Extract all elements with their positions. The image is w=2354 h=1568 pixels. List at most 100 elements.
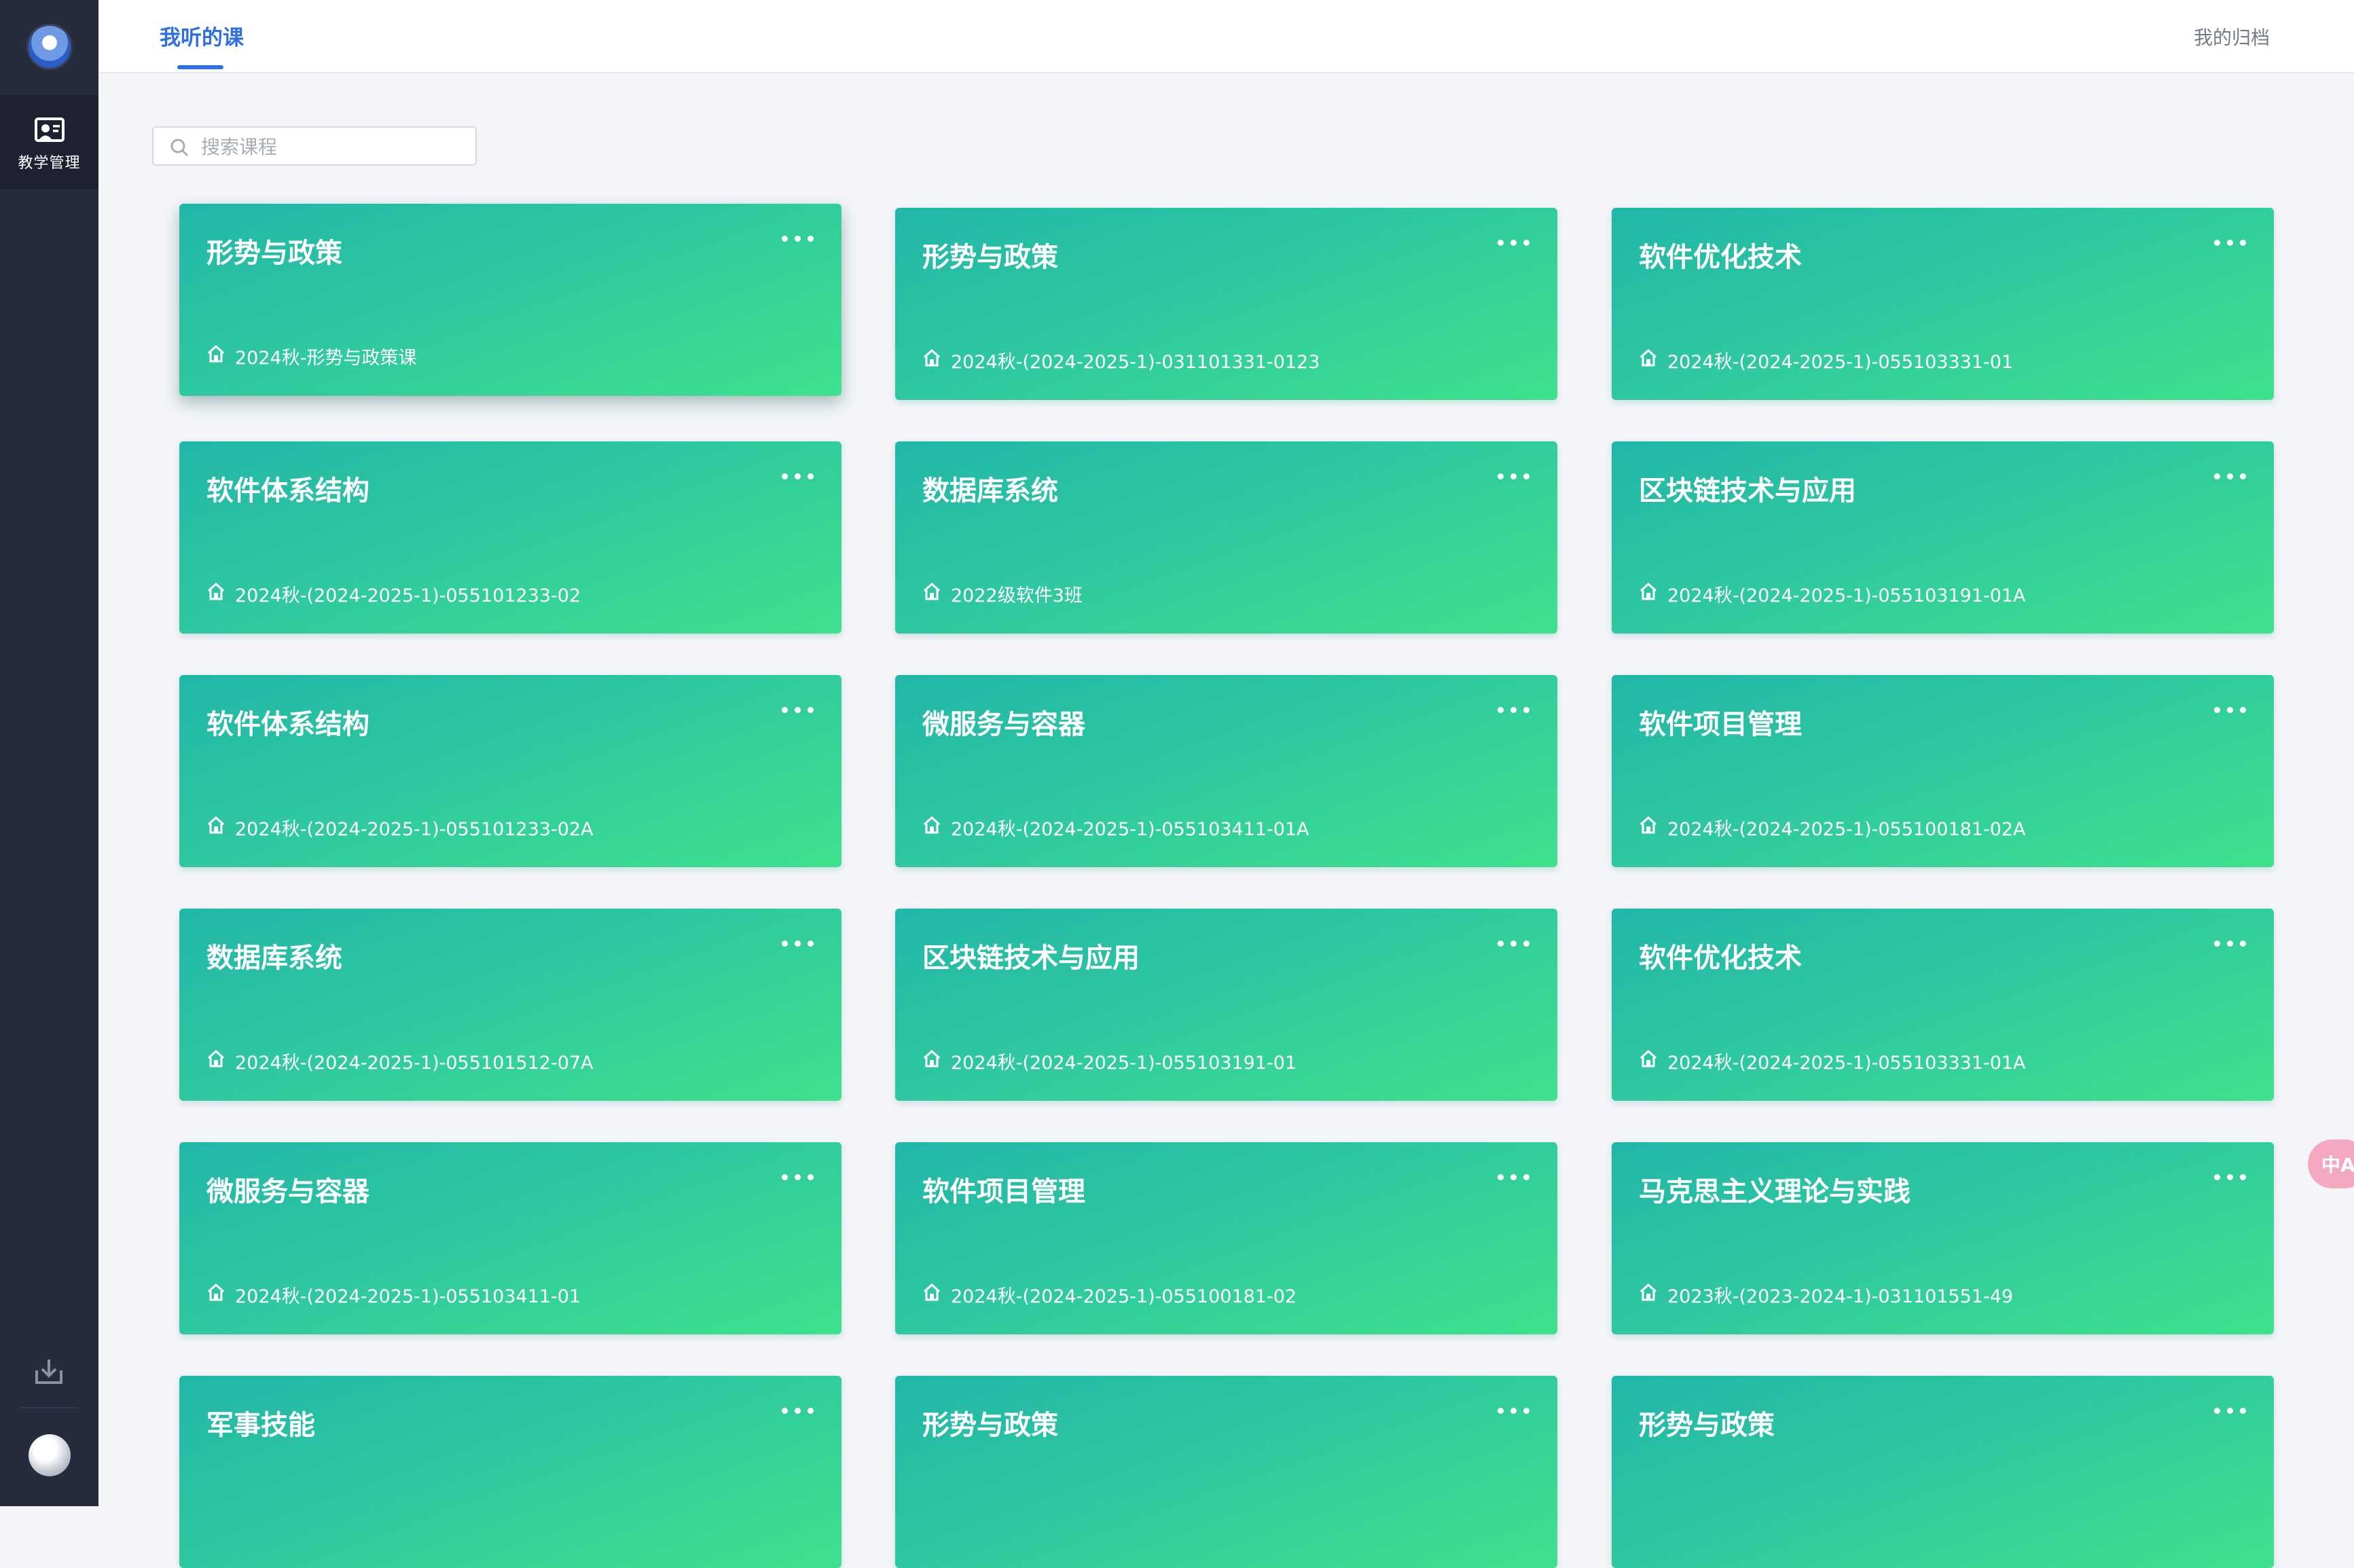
sidebar: 教学管理 [0,0,98,1506]
school-logo-icon[interactable] [29,26,71,68]
course-class-text: 2023秋-(2023-2024-1)-031101551-49 [1667,1286,2014,1307]
course-title: 软件体系结构 [206,475,369,507]
course-title: 区块链技术与应用 [922,943,1140,974]
sidebar-item-label: 教学管理 [18,155,81,172]
more-options-icon[interactable] [1493,1163,1534,1190]
course-title: 软件优化技术 [1639,943,1802,974]
course-class-text: 2024秋-(2024-2025-1)-055100181-02 [951,1286,1297,1307]
home-icon [923,1283,941,1301]
search-icon [170,139,189,157]
course-card[interactable]: 军事技能 [179,1376,841,1568]
course-title: 软件项目管理 [922,1176,1085,1207]
home-icon [207,1283,225,1301]
course-title: 马克思主义理论与实践 [1639,1176,1911,1207]
translate-label: 中A [2321,1154,2354,1176]
home-icon [923,348,941,367]
more-options-icon[interactable] [778,929,818,956]
course-title: 形势与政策 [1639,1410,1775,1441]
top-header: 我听的课 我的归档 [98,0,2354,73]
user-avatar[interactable] [29,1434,71,1476]
more-options-icon[interactable] [2210,228,2251,255]
more-options-icon[interactable] [2210,1163,2251,1190]
course-class-text: 2022级软件3班 [951,585,1083,606]
more-options-icon[interactable] [2210,929,2251,956]
home-icon [207,816,225,834]
home-icon [1640,582,1657,600]
more-options-icon[interactable] [2210,462,2251,489]
course-title: 软件项目管理 [1639,709,1802,740]
more-options-icon[interactable] [1493,929,1534,956]
course-class-text: 2024秋-形势与政策课 [235,348,417,369]
course-title: 软件体系结构 [206,709,369,740]
course-card[interactable]: 微服务与容器 2024秋-(2024-2025-1)-055103411-01A [895,675,1557,867]
home-icon [1640,816,1657,834]
course-card[interactable]: 马克思主义理论与实践 2023秋-(2023-2024-1)-031101551-… [1612,1142,2274,1334]
more-options-icon[interactable] [778,695,818,723]
course-class-text: 2024秋-(2024-2025-1)-055101233-02 [235,585,581,606]
course-title: 软件优化技术 [1639,242,1802,273]
course-title: 数据库系统 [206,943,342,974]
course-card[interactable]: 软件体系结构 2024秋-(2024-2025-1)-055101233-02A [179,675,841,867]
course-class-text: 2024秋-(2024-2025-1)-055103191-01 [951,1053,1297,1074]
home-icon [923,582,941,600]
course-search-box[interactable] [152,126,477,166]
translate-button[interactable]: 中A [2308,1139,2354,1188]
home-icon [207,582,225,600]
course-card[interactable]: 区块链技术与应用 2024秋-(2024-2025-1)-055103191-01 [895,909,1557,1101]
more-options-icon[interactable] [778,1396,818,1423]
tab-my-attended-courses[interactable]: 我听的课 [160,20,244,51]
course-class-text: 2024秋-(2024-2025-1)-055103411-01 [235,1286,581,1307]
more-options-icon[interactable] [2210,1396,2251,1423]
home-icon [1640,1283,1657,1301]
course-title: 数据库系统 [922,475,1058,507]
course-class-text: 2024秋-(2024-2025-1)-055100181-02A [1667,819,2026,840]
more-options-icon[interactable] [778,1163,818,1190]
course-card[interactable]: 数据库系统 2024秋-(2024-2025-1)-055101512-07A [179,909,841,1101]
more-options-icon[interactable] [1493,695,1534,723]
course-card[interactable]: 形势与政策 2024秋-(2024-2025-1)-031101331-0123 [895,208,1557,400]
course-card[interactable]: 区块链技术与应用 2024秋-(2024-2025-1)-055103191-01… [1612,441,2274,634]
course-card[interactable]: 形势与政策 [1612,1376,2274,1568]
home-icon [923,1049,941,1068]
course-card[interactable]: 微服务与容器 2024秋-(2024-2025-1)-055103411-01 [179,1142,841,1334]
course-title: 区块链技术与应用 [1639,475,1856,507]
course-title: 形势与政策 [922,242,1058,273]
home-icon [207,344,225,363]
course-card[interactable]: 形势与政策 2024秋-形势与政策课 [179,204,841,396]
course-class-text: 2024秋-(2024-2025-1)-031101331-0123 [951,352,1320,373]
course-class-text: 2024秋-(2024-2025-1)-055101512-07A [235,1053,594,1074]
course-card[interactable]: 数据库系统 2022级软件3班 [895,441,1557,634]
more-options-icon[interactable] [1493,1396,1534,1423]
course-class-text: 2024秋-(2024-2025-1)-055101233-02A [235,819,594,840]
course-title: 形势与政策 [922,1410,1058,1441]
course-card[interactable]: 形势与政策 [895,1376,1557,1568]
download-icon[interactable] [34,1357,64,1387]
more-options-icon[interactable] [778,224,818,251]
home-icon [207,1049,225,1068]
more-options-icon[interactable] [1493,462,1534,489]
teaching-management-icon [35,117,65,142]
course-title: 军事技能 [206,1410,315,1441]
my-archive-link[interactable]: 我的归档 [2194,23,2270,50]
home-icon [1640,1049,1657,1068]
course-title: 微服务与容器 [206,1176,369,1207]
course-class-text: 2024秋-(2024-2025-1)-055103411-01A [951,819,1309,840]
more-options-icon[interactable] [2210,695,2251,723]
course-class-text: 2024秋-(2024-2025-1)-055103331-01A [1667,1053,2026,1074]
course-card[interactable]: 软件项目管理 2024秋-(2024-2025-1)-055100181-02A [1612,675,2274,867]
course-class-text: 2024秋-(2024-2025-1)-055103191-01A [1667,585,2026,606]
course-title: 形势与政策 [206,238,342,269]
home-icon [923,816,941,834]
course-class-text: 2024秋-(2024-2025-1)-055103331-01 [1667,352,2014,373]
home-icon [1640,348,1657,367]
course-card[interactable]: 软件优化技术 2024秋-(2024-2025-1)-055103331-01 [1612,208,2274,400]
course-card[interactable]: 软件体系结构 2024秋-(2024-2025-1)-055101233-02 [179,441,841,634]
tab-active-indicator [177,65,223,69]
course-card[interactable]: 软件项目管理 2024秋-(2024-2025-1)-055100181-02 [895,1142,1557,1334]
course-card[interactable]: 软件优化技术 2024秋-(2024-2025-1)-055103331-01A [1612,909,2274,1101]
search-input[interactable] [200,132,467,162]
sidebar-divider [20,1407,78,1408]
more-options-icon[interactable] [1493,228,1534,255]
sidebar-item-teaching-management[interactable]: 教学管理 [0,95,98,189]
more-options-icon[interactable] [778,462,818,489]
